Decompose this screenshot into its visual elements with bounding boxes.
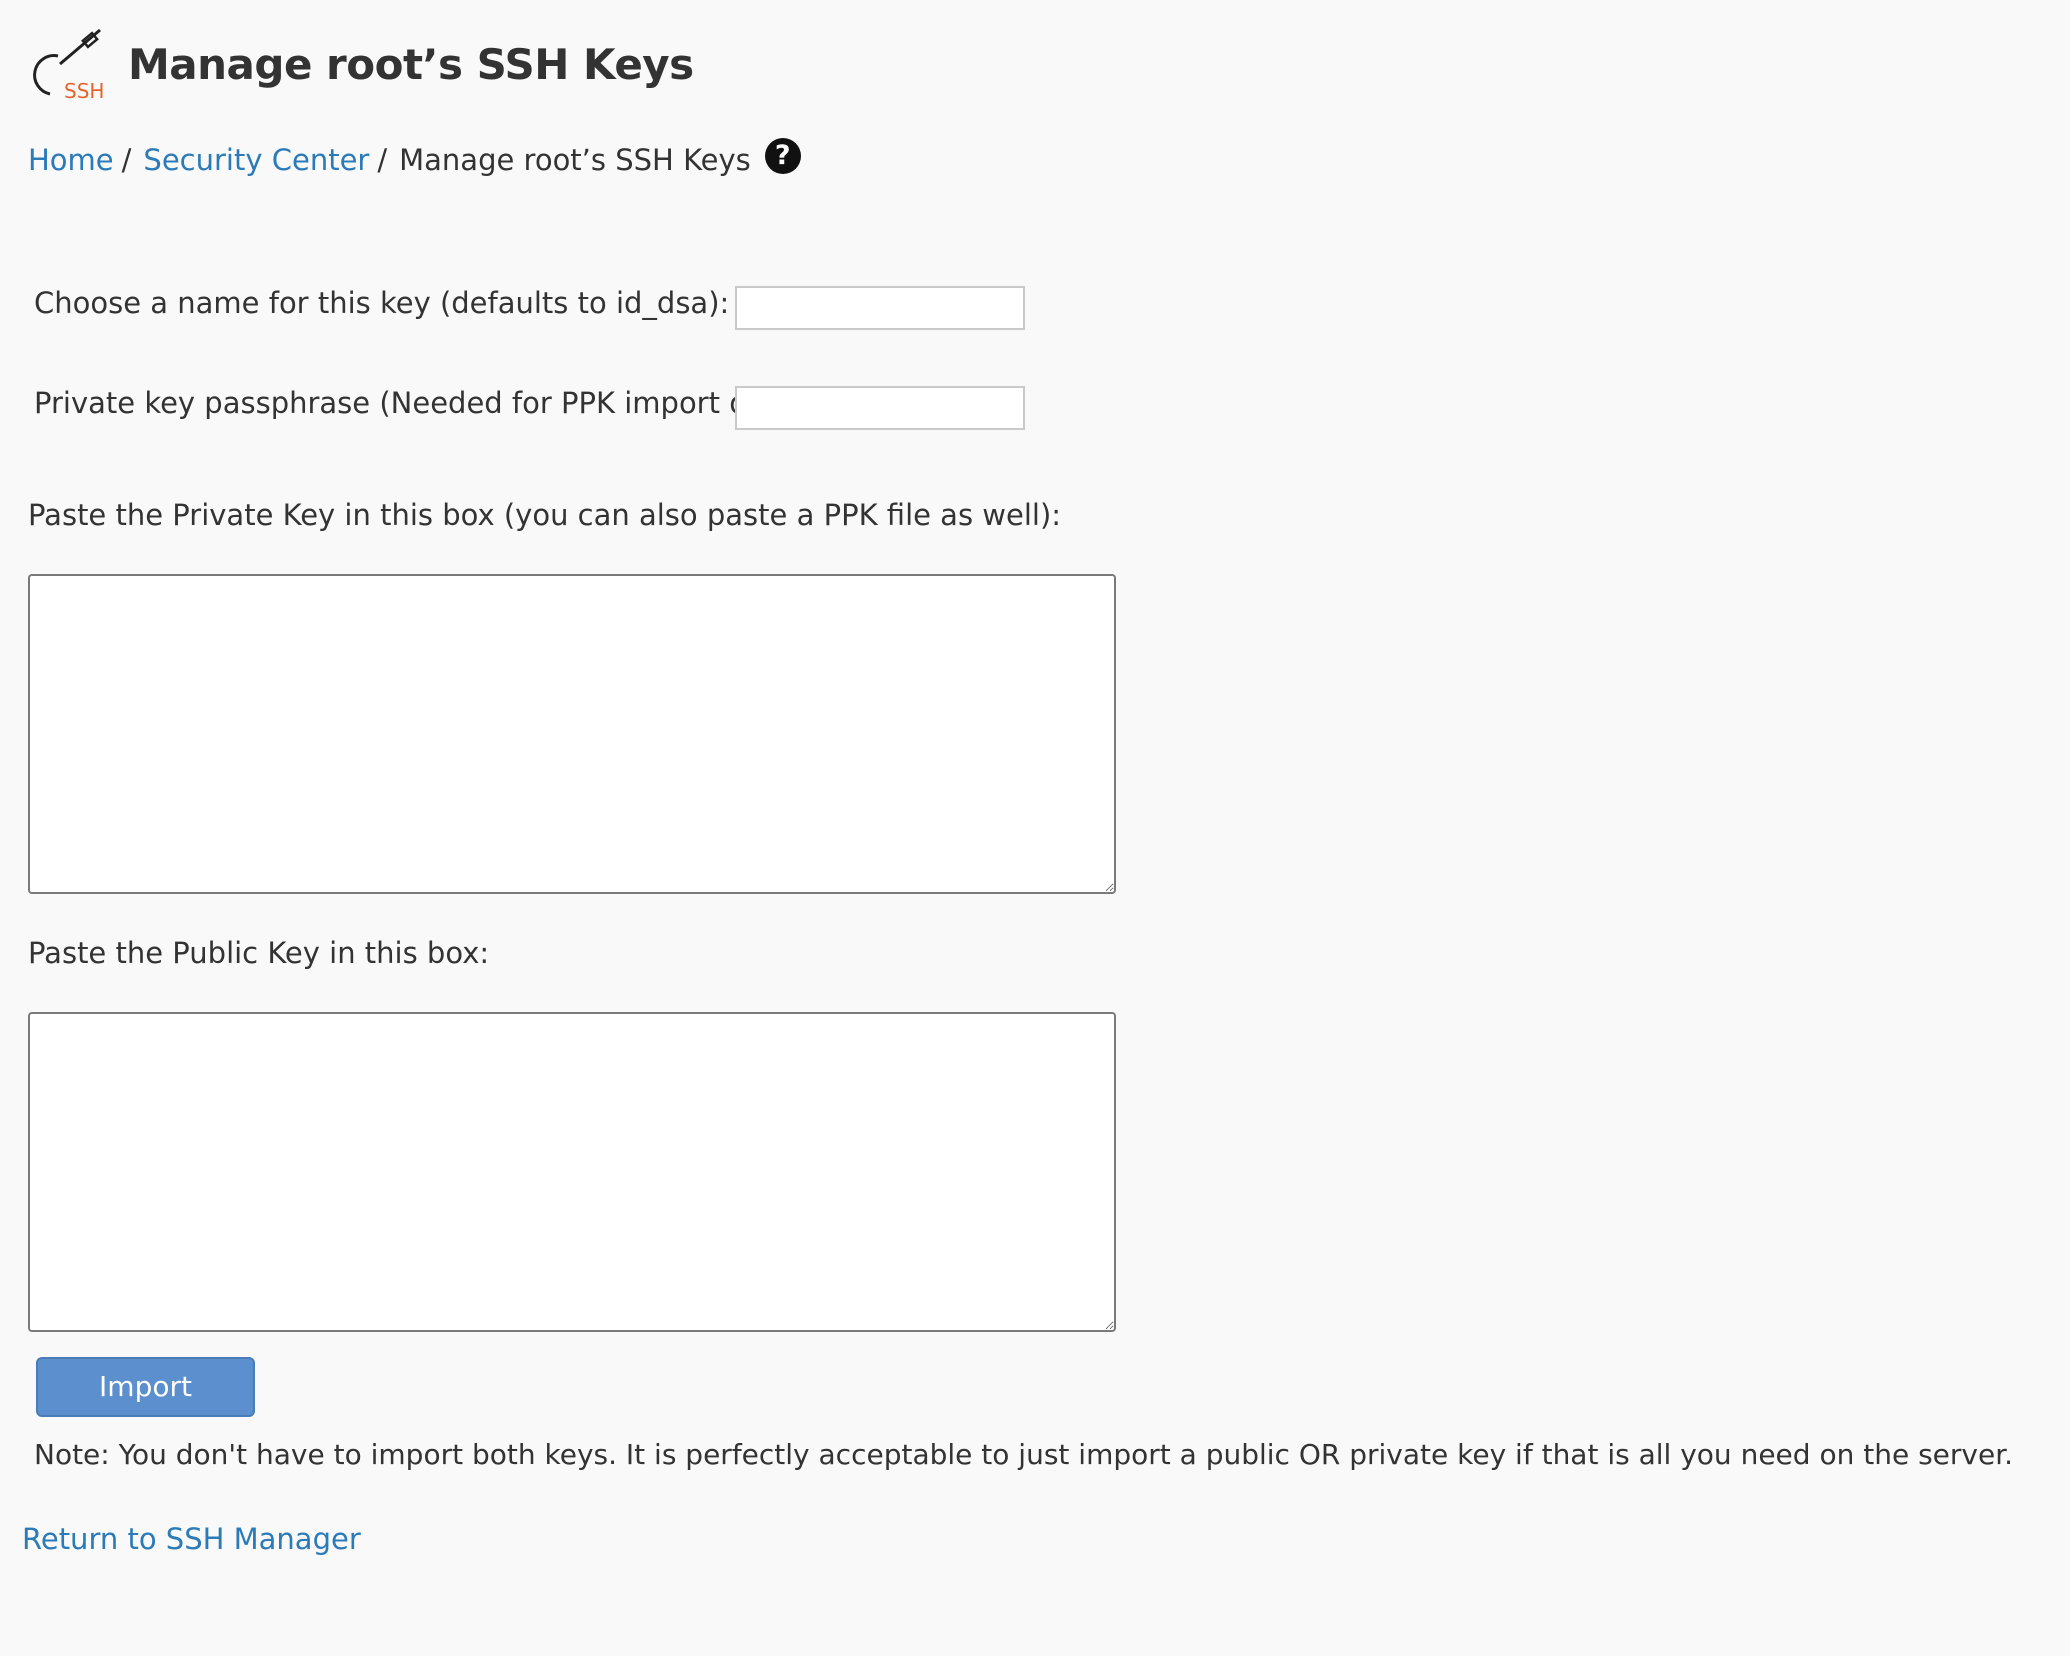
key-name-label: Choose a name for this key (defaults to …	[34, 286, 730, 320]
key-name-row: Choose a name for this key (defaults to …	[34, 286, 734, 320]
passphrase-input[interactable]	[735, 386, 1025, 430]
public-key-label: Paste the Public Key in this box:	[28, 936, 490, 970]
passphrase-label: Private key passphrase (Needed for PPK i…	[34, 386, 812, 420]
breadcrumb-security-center-link[interactable]: Security Center	[143, 143, 369, 177]
svg-text:SSH: SSH	[64, 79, 104, 103]
passphrase-row: Private key passphrase (Needed for PPK i…	[34, 386, 812, 420]
note-text: Note: You don't have to import both keys…	[34, 1438, 2014, 1471]
public-key-textarea[interactable]	[28, 1012, 1116, 1332]
return-to-ssh-manager-link[interactable]: Return to SSH Manager	[22, 1522, 361, 1556]
key-name-input[interactable]	[735, 286, 1025, 330]
breadcrumb-home-link[interactable]: Home	[28, 143, 114, 177]
breadcrumb-separator: /	[377, 143, 388, 177]
breadcrumb-separator: /	[121, 143, 132, 177]
page-header: SSH Manage root’s SSH Keys	[30, 24, 694, 104]
question-circle-icon[interactable]: ?	[764, 138, 801, 174]
breadcrumb: Home / Security Center / Manage root’s S…	[28, 138, 801, 182]
page-title: Manage root’s SSH Keys	[128, 39, 694, 89]
private-key-label: Paste the Private Key in this box (you c…	[28, 498, 1062, 532]
ssh-key-icon: SSH	[30, 24, 110, 104]
import-button[interactable]: Import	[36, 1357, 255, 1417]
private-key-textarea[interactable]	[28, 574, 1116, 894]
breadcrumb-current: Manage root’s SSH Keys	[399, 143, 751, 177]
